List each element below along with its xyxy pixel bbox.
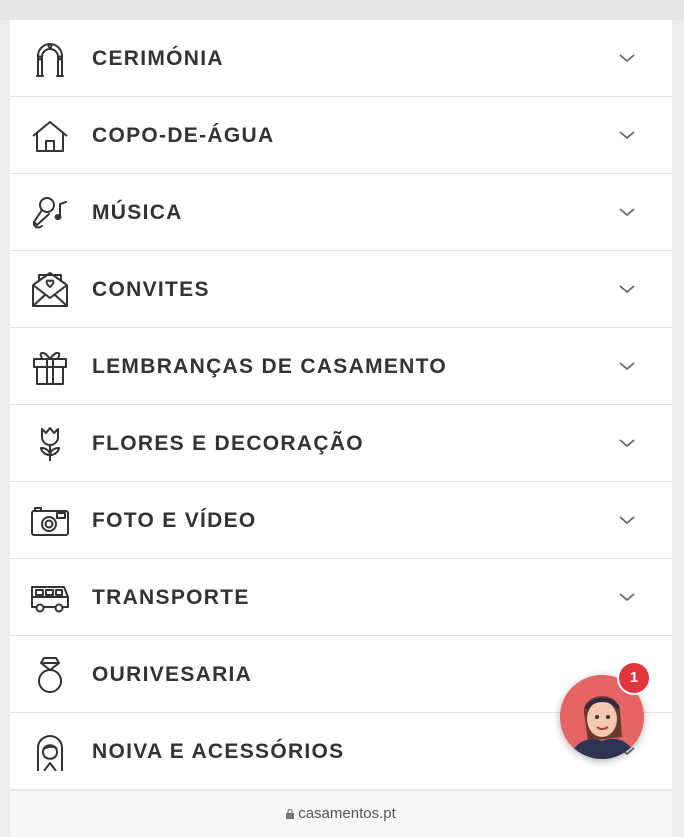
menu-item-label: TRANSPORTE [92, 586, 250, 609]
chevron-down-icon [619, 208, 635, 217]
house-icon [32, 121, 68, 152]
menu-item-label: FLORES E DECORAÇÃO [92, 432, 364, 455]
menu-item-convites[interactable]: CONVITES [10, 251, 672, 328]
chevron-down-icon [619, 439, 635, 448]
chevron-down-icon [619, 362, 635, 371]
lock-icon [286, 809, 295, 819]
menu-item-label: CONVITES [92, 278, 210, 301]
menu-item-label: NOIVA E ACESSÓRIOS [92, 740, 345, 763]
menu-item-musica[interactable]: MÚSICA [10, 174, 672, 251]
menu-item-foto-video[interactable]: FOTO E VÍDEO [10, 482, 672, 559]
menu-item-copo-de-agua[interactable]: COPO-DE-ÁGUA [10, 97, 672, 174]
arch-icon [36, 43, 64, 77]
category-menu: CERIMÓNIA COPO-DE-ÁGUA MÚSICA CONVITES L… [10, 20, 672, 790]
chevron-down-icon [619, 285, 635, 294]
menu-item-lembrancas[interactable]: LEMBRANÇAS DE CASAMENTO [10, 328, 672, 405]
chevron-down-icon [619, 516, 635, 525]
gift-icon [33, 351, 67, 385]
menu-item-transporte[interactable]: TRANSPORTE [10, 559, 672, 636]
menu-item-label: LEMBRANÇAS DE CASAMENTO [92, 355, 448, 378]
browser-address-bar[interactable]: casamentos.pt [10, 790, 672, 837]
menu-item-flores[interactable]: FLORES E DECORAÇÃO [10, 405, 672, 482]
menu-item-label: FOTO E VÍDEO [92, 509, 257, 532]
envelope-heart-icon [32, 272, 68, 307]
microphone-music-icon [32, 197, 67, 229]
chevron-down-icon [619, 131, 635, 140]
menu-item-label: COPO-DE-ÁGUA [92, 124, 275, 147]
bride-icon [37, 735, 63, 771]
chevron-down-icon [619, 593, 635, 602]
address-domain: casamentos.pt [298, 805, 396, 822]
notification-badge: 1 [617, 661, 651, 695]
bus-icon [31, 586, 69, 613]
menu-item-label: OURIVESARIA [92, 663, 253, 686]
tulip-icon [40, 427, 60, 461]
menu-item-label: MÚSICA [92, 201, 183, 224]
menu-item-label: CERIMÓNIA [92, 47, 224, 70]
chevron-down-icon [619, 54, 635, 63]
menu-item-cerimonia[interactable]: CERIMÓNIA [10, 20, 672, 97]
ring-icon [38, 657, 62, 693]
camera-icon [31, 507, 69, 536]
top-bar [0, 0, 684, 20]
